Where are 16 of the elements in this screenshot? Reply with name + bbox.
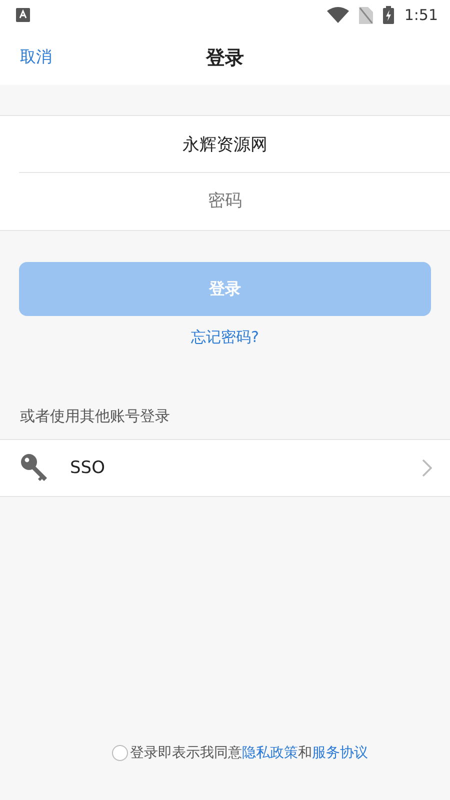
notification-icon: [16, 8, 30, 22]
battery-charging-icon: [383, 6, 394, 24]
no-sim-icon: [359, 6, 374, 24]
cancel-link[interactable]: 取消: [20, 47, 52, 68]
forgot-password-link[interactable]: 忘记密码?: [191, 328, 259, 347]
chevron-right-icon: [422, 459, 432, 477]
key-icon: [20, 453, 50, 483]
page-title: 登录: [206, 46, 244, 70]
status-time: 1:51: [404, 6, 438, 24]
policy-link[interactable]: 隐私政策: [242, 745, 298, 761]
policy-link[interactable]: 服务协议: [312, 745, 368, 761]
wifi-icon: [327, 7, 350, 23]
agreement-checkbox[interactable]: [112, 745, 128, 761]
section-label: 或者使用其他账号登录: [20, 407, 171, 427]
sso-login-row[interactable]: SSO: [0, 439, 450, 497]
agreement-text: 登录即表示我同意隐私政策和服务协议: [130, 744, 368, 762]
